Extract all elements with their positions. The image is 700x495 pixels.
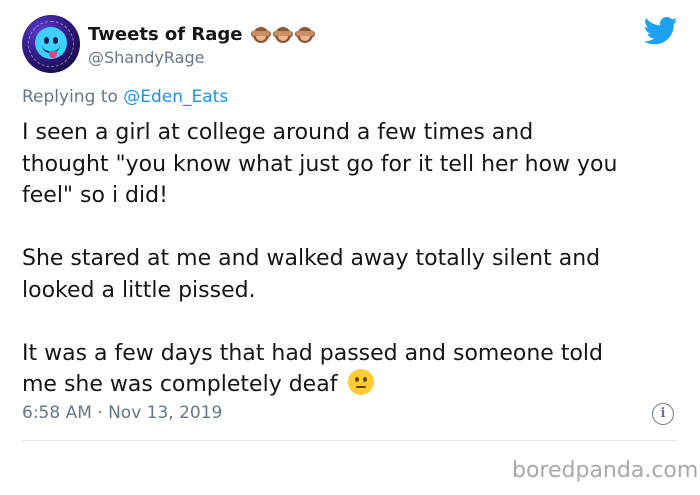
avatar-tongue xyxy=(49,51,57,58)
text-line: thought "you know what just go for it te… xyxy=(22,151,618,177)
divider xyxy=(22,440,678,441)
monkey-hands xyxy=(251,30,270,36)
info-icon[interactable]: i xyxy=(652,403,674,425)
see-no-evil-monkey-icon xyxy=(294,25,315,44)
twitter-bird-icon[interactable] xyxy=(644,17,678,45)
text-line: feel" so i did! xyxy=(22,183,168,208)
see-no-evil-monkey-icon xyxy=(250,25,271,44)
avatar-smiley-face xyxy=(35,27,67,59)
tweet-text: I seen a girl at college around a few ti… xyxy=(22,117,687,401)
name-emojis xyxy=(250,25,315,44)
author-name-row: Tweets of Rage xyxy=(88,22,315,46)
see-no-evil-monkey-icon xyxy=(272,25,293,44)
text-line-with-emoji: me she was completely deaf xyxy=(22,369,687,401)
watermark: boredpanda.com xyxy=(512,458,699,483)
reply-mention-link[interactable]: @Eden_Eats xyxy=(123,87,228,107)
text-line: I seen a girl at college around a few ti… xyxy=(22,120,534,145)
tweet-card: Tweets of Rage @ShandyRage Replying to @… xyxy=(0,0,700,495)
monkey-hands xyxy=(273,30,292,36)
emoji-right-eye xyxy=(363,377,368,382)
neutral-face-emoji xyxy=(348,369,375,395)
text-line: She stared at me and walked away totally… xyxy=(22,246,601,271)
emoji-mouth xyxy=(356,386,367,388)
display-name[interactable]: Tweets of Rage xyxy=(88,24,243,45)
reply-context: Replying to @Eden_Eats xyxy=(22,87,228,107)
text-line: me she was completely deaf xyxy=(22,372,338,397)
monkey-hands xyxy=(295,30,314,36)
reply-prefix: Replying to xyxy=(22,87,124,107)
user-handle[interactable]: @ShandyRage xyxy=(88,48,204,67)
avatar-left-eye xyxy=(44,37,49,44)
text-line: It was a few days that had passed and so… xyxy=(22,340,603,366)
twitter-bird-shape xyxy=(644,17,678,45)
avatar-right-eye xyxy=(53,37,58,44)
emoji-left-eye xyxy=(355,377,360,382)
tweet-timestamp[interactable]: 6:58 AM · Nov 13, 2019 xyxy=(22,403,222,423)
text-line: looked a little pissed. xyxy=(22,277,256,303)
avatar[interactable] xyxy=(22,15,80,73)
